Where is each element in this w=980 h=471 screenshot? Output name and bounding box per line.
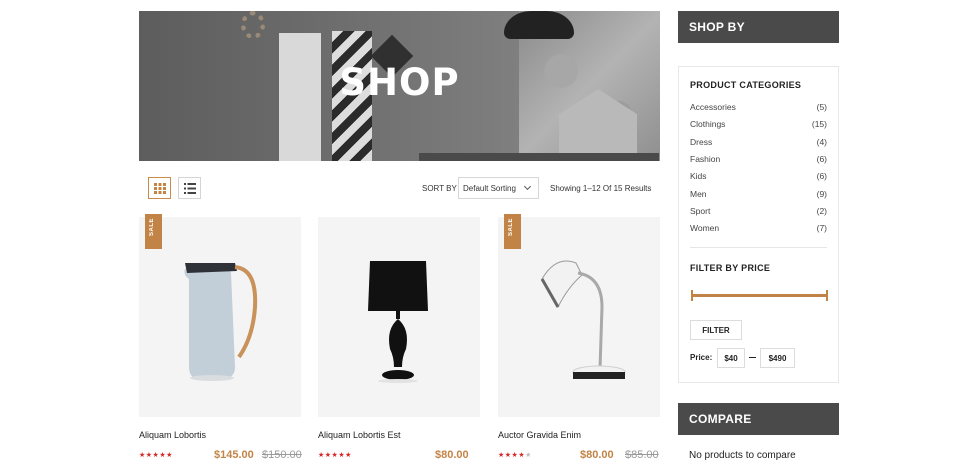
category-item-men[interactable]: Men (9)	[690, 189, 827, 203]
sale-badge: SALE	[504, 214, 521, 249]
category-item-women[interactable]: Women (7)	[690, 223, 827, 237]
price-min-value: $40	[717, 348, 745, 368]
category-item-kids[interactable]: Kids (6)	[690, 171, 827, 185]
category-item-dress[interactable]: Dress (4)	[690, 137, 827, 151]
sort-label: SORT BY	[422, 184, 457, 193]
filter-button[interactable]: FILTER	[690, 320, 742, 340]
list-view-button[interactable]	[178, 177, 201, 199]
compare-empty-text: No products to compare	[689, 450, 796, 461]
category-item-fashion[interactable]: Fashion (6)	[690, 154, 827, 168]
filter-panel: PRODUCT CATEGORIES Accessories (5) Clothi…	[678, 66, 839, 383]
product-image[interactable]: SALE	[498, 214, 660, 417]
rating-stars: ★★★★★	[318, 452, 352, 459]
sort-select[interactable]: Default Sorting	[458, 177, 539, 199]
product-image[interactable]	[318, 217, 480, 417]
page-title: SHOP	[339, 61, 460, 104]
product-price: $80.00	[580, 449, 614, 461]
category-item-clothings[interactable]: Clothings (15)	[690, 119, 827, 133]
product-old-price: $150.00	[262, 449, 302, 461]
sidebar-divider	[690, 247, 827, 248]
product-card[interactable]: SALE Aliquam Lobortis ★★★★★ $145.00 $150…	[139, 214, 302, 467]
result-count: Showing 1–12 Of 15 Results	[550, 184, 652, 193]
pitcher-image	[184, 263, 258, 381]
banner-bead-decoration	[241, 11, 265, 39]
category-item-sport[interactable]: Sport (2)	[690, 206, 827, 220]
table-lamp-image	[368, 261, 428, 383]
chevron-down-icon	[523, 182, 532, 191]
list-view-icon	[184, 183, 196, 194]
categories-title: PRODUCT CATEGORIES	[690, 80, 802, 90]
product-image[interactable]: SALE	[139, 214, 301, 417]
slider-max-handle[interactable]	[826, 290, 828, 301]
product-name[interactable]: Aliquam Lobortis Est	[318, 430, 401, 440]
grid-view-icon	[154, 183, 166, 194]
banner-pendant-lamp	[504, 11, 574, 39]
product-card[interactable]: SALE Auctor Gravida Enim ★★★★★ $80.00 $8…	[498, 214, 660, 467]
product-name[interactable]: Auctor Gravida Enim	[498, 430, 581, 440]
desk-lamp-image	[540, 260, 626, 379]
shop-by-header: SHOP BY	[678, 11, 839, 43]
price-range-dash	[749, 357, 756, 358]
product-price: $145.00	[214, 449, 254, 461]
price-filter-title: FILTER BY PRICE	[690, 263, 771, 273]
price-label: Price:	[690, 353, 713, 362]
slider-min-handle[interactable]	[691, 290, 693, 301]
sale-badge: SALE	[145, 214, 162, 249]
product-card[interactable]: Aliquam Lobortis Est ★★★★★ $80.00	[318, 217, 480, 467]
shop-banner: SHOP	[139, 11, 660, 161]
compare-header: COMPARE	[678, 403, 839, 435]
product-old-price: $85.00	[625, 449, 659, 461]
rating-stars: ★★★★★	[139, 452, 173, 459]
banner-shelf	[419, 153, 659, 161]
grid-view-button[interactable]	[148, 177, 171, 199]
price-range-slider[interactable]	[691, 290, 828, 301]
category-item-accessories[interactable]: Accessories (5)	[690, 102, 827, 116]
sort-selected-value: Default Sorting	[463, 184, 516, 193]
rating-stars: ★★★★★	[498, 452, 532, 459]
price-max-value: $490	[760, 348, 795, 368]
product-price: $80.00	[435, 449, 469, 461]
product-name[interactable]: Aliquam Lobortis	[139, 430, 206, 440]
